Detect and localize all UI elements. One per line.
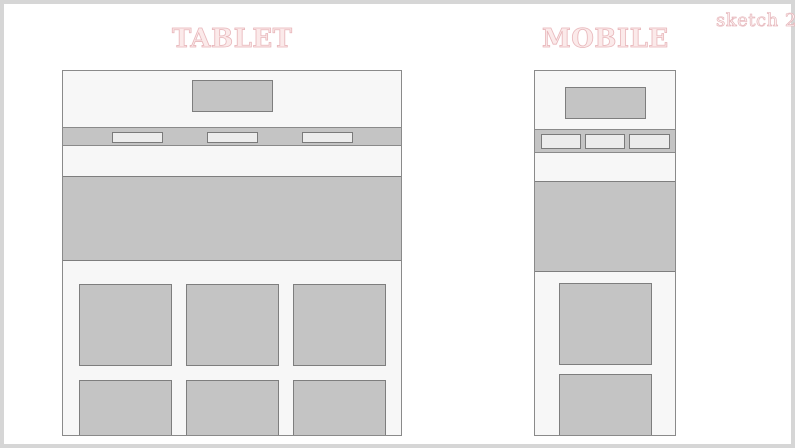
tablet-nav-button-2 [207, 132, 258, 143]
sketch-canvas: TABLET MOBILE sketch 2 [0, 0, 795, 448]
tablet-hero-placeholder [63, 176, 401, 261]
mobile-content-card-1 [559, 283, 652, 365]
mobile-logo-placeholder [565, 87, 646, 119]
sketch-label: sketch 2 [716, 10, 795, 32]
mobile-hero-placeholder [535, 181, 675, 272]
tablet-content-card-2 [186, 284, 279, 366]
mobile-heading: MOBILE [542, 24, 669, 55]
mobile-nav-button-2 [585, 134, 625, 149]
tablet-content-card-5 [186, 380, 279, 435]
tablet-nav-button-1 [112, 132, 163, 143]
tablet-logo-placeholder [192, 80, 273, 112]
mobile-content-card-2 [559, 374, 652, 435]
tablet-content-card-3 [293, 284, 386, 366]
tablet-heading: TABLET [172, 24, 293, 55]
tablet-content-card-6 [293, 380, 386, 435]
tablet-nav-button-3 [302, 132, 353, 143]
mobile-nav-button-1 [541, 134, 581, 149]
tablet-nav-bar [63, 127, 401, 146]
mobile-nav-bar [535, 129, 675, 153]
tablet-content-card-4 [79, 380, 172, 435]
tablet-wireframe [62, 70, 402, 436]
mobile-nav-button-3 [629, 134, 670, 149]
mobile-wireframe [534, 70, 676, 436]
tablet-content-card-1 [79, 284, 172, 366]
